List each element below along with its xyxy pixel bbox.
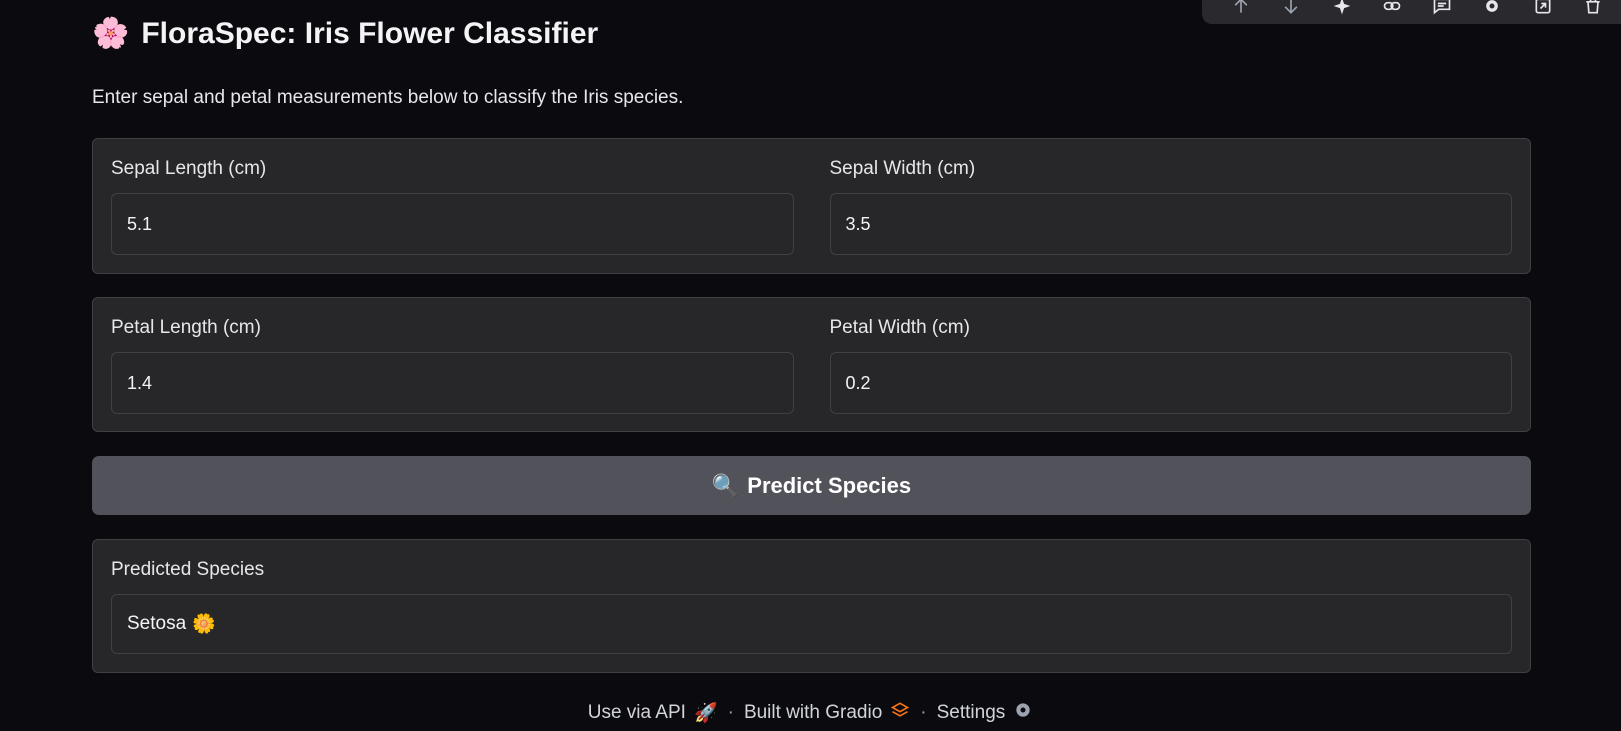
comment-icon[interactable] [1429, 0, 1455, 19]
sepal-width-label: Sepal Width (cm) [829, 158, 976, 179]
gradio-logo-icon [890, 701, 910, 725]
magnifier-icon: 🔍 [711, 472, 740, 498]
page-subtitle: Enter sepal and petal measurements below… [92, 87, 684, 108]
predicted-species-label: Predicted Species [111, 559, 265, 580]
export-icon[interactable] [1530, 0, 1556, 19]
predict-button-label: Predict Species [747, 472, 912, 498]
flower-icon: 🌼 [192, 614, 216, 635]
gear-icon [1013, 700, 1033, 726]
use-via-api-link[interactable]: Use via API 🚀 [588, 701, 718, 725]
use-via-api-label: Use via API [587, 702, 686, 723]
sepal-length-field: Sepal Length (cm) [111, 155, 794, 255]
floating-toolbar [1202, 0, 1621, 24]
settings-link[interactable]: Settings [937, 700, 1034, 726]
sepal-row: Sepal Length (cm) Sepal Width (cm) [93, 139, 1530, 271]
gear-icon[interactable] [1479, 0, 1505, 19]
petal-width-input[interactable] [829, 352, 1512, 414]
petal-row: Petal Length (cm) Petal Width (cm) [93, 298, 1530, 430]
predicted-species-value: Setosa [127, 613, 187, 634]
footer: Use via API 🚀 · Built with Gradio · Sett… [0, 698, 1621, 728]
petal-length-field: Petal Length (cm) [111, 314, 794, 414]
cherry-blossom-icon: 🌸 [92, 17, 130, 50]
sepal-length-input[interactable] [111, 193, 794, 255]
settings-label: Settings [936, 702, 1006, 723]
built-with-gradio-link[interactable]: Built with Gradio [744, 701, 910, 725]
predict-species-button[interactable]: 🔍 Predict Species [92, 456, 1531, 515]
footer-separator: · [920, 702, 927, 723]
predicted-species-output[interactable]: Setosa 🌼 [111, 594, 1512, 654]
built-with-gradio-label: Built with Gradio [743, 702, 883, 723]
petal-panel: Petal Length (cm) Petal Width (cm) [92, 297, 1531, 432]
arrow-down-icon[interactable] [1278, 0, 1304, 19]
trash-icon[interactable] [1580, 0, 1606, 19]
page-header: 🌸 FloraSpec: Iris Flower Classifier [92, 14, 598, 54]
link-icon[interactable] [1379, 0, 1405, 19]
petal-length-label: Petal Length (cm) [111, 317, 261, 338]
arrow-up-icon[interactable] [1228, 0, 1254, 19]
footer-separator: · [727, 702, 734, 723]
petal-width-field: Petal Width (cm) [829, 314, 1512, 414]
sepal-panel: Sepal Length (cm) Sepal Width (cm) [92, 138, 1531, 274]
petal-width-label: Petal Width (cm) [829, 317, 970, 338]
page-title: FloraSpec: Iris Flower Classifier [141, 17, 599, 50]
sepal-width-field: Sepal Width (cm) [829, 155, 1512, 255]
sepal-width-input[interactable] [829, 193, 1512, 255]
output-panel: Predicted Species Setosa 🌼 [92, 539, 1531, 673]
sparkle-icon[interactable] [1329, 0, 1355, 19]
rocket-icon: 🚀 [693, 703, 718, 724]
output-container: Predicted Species Setosa 🌼 [93, 540, 1530, 670]
sepal-length-label: Sepal Length (cm) [111, 158, 267, 179]
petal-length-input[interactable] [111, 352, 794, 414]
